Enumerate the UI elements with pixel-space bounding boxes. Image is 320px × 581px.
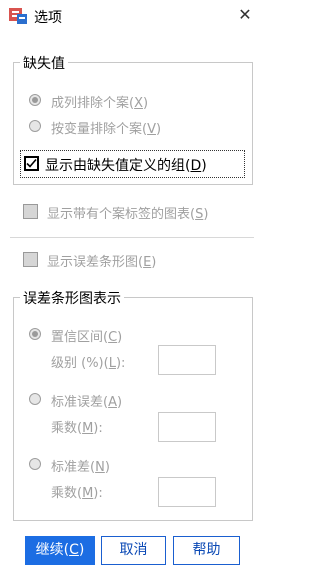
checkbox-error-bars-label: 显示误差条形图(: [47, 255, 144, 270]
continue-button-key: C: [69, 542, 79, 558]
ci-level-input[interactable]: [158, 345, 216, 375]
se-multiplier-label: 乘数(M):: [51, 417, 103, 436]
radio-standard-deviation[interactable]: 标准差(N): [29, 456, 229, 475]
checkbox-missing-groups-box[interactable]: [24, 156, 39, 171]
radio-sd-label: 标准差(: [51, 460, 96, 475]
checkbox-missing-groups-key: D: [190, 158, 202, 174]
radio-se-label-end: ): [116, 395, 123, 410]
radio-ci-key: C: [108, 330, 118, 345]
radio-ci-label: 置信区间(: [51, 330, 109, 345]
radio-sd-label-end: ): [104, 460, 110, 475]
checkmark-icon: [26, 158, 37, 168]
continue-button-label-end: ): [78, 542, 85, 558]
checkbox-error-bars[interactable]: 显示误差条形图(E): [23, 251, 253, 270]
checkbox-case-labels[interactable]: 显示带有个案标签的图表(S): [23, 203, 253, 222]
sd-multiplier-label-end: ):: [93, 486, 103, 501]
app-icon: [8, 6, 28, 26]
checkbox-case-labels-label: 显示带有个案标签的图表(: [47, 207, 196, 222]
radio-pairwise[interactable]: 按变量排除个案(V): [29, 118, 229, 137]
ci-level-label-end: ):: [115, 356, 126, 371]
radio-listwise-indicator[interactable]: [29, 94, 41, 106]
continue-button[interactable]: 继续(C): [25, 536, 95, 565]
radio-se-label: 标准误差(: [51, 395, 109, 410]
radio-listwise-label-end: ): [142, 96, 149, 111]
help-button[interactable]: 帮助: [173, 536, 240, 565]
checkbox-error-bars-label-end: ): [151, 255, 157, 270]
radio-pairwise-indicator[interactable]: [29, 120, 41, 132]
radio-sd-indicator[interactable]: [29, 458, 41, 470]
radio-sd-key: N: [95, 460, 105, 475]
radio-listwise-key: X: [134, 96, 143, 111]
ci-level-key: L: [108, 356, 116, 371]
sd-multiplier-input[interactable]: [158, 477, 216, 507]
radio-ci-indicator[interactable]: [29, 328, 41, 340]
se-multiplier-key: M: [82, 421, 94, 436]
radio-pairwise-label: 按变量排除个案(: [51, 122, 148, 137]
radio-standard-error[interactable]: 标准误差(A): [29, 391, 229, 410]
sd-multiplier-label: 乘数(M):: [51, 482, 103, 501]
se-multiplier-input[interactable]: [158, 412, 216, 442]
radio-listwise[interactable]: 成列排除个案(X): [29, 92, 229, 111]
radio-ci-label-end: ): [117, 330, 123, 345]
continue-button-label: 继续(: [35, 542, 70, 558]
radio-confidence-interval[interactable]: 置信区间(C): [29, 326, 229, 345]
radio-se-indicator[interactable]: [29, 393, 41, 405]
checkbox-missing-groups-label: 显示由缺失值定义的组(: [45, 158, 191, 174]
close-icon[interactable]: ✕: [234, 4, 256, 26]
checkbox-case-labels-label-end: ): [203, 207, 209, 222]
sd-multiplier-label-text: 乘数(: [51, 486, 83, 501]
error-bar-repr-legend: 误差条形图表示: [20, 288, 124, 308]
window-title: 选项: [34, 10, 62, 26]
radio-listwise-label: 成列排除个案(: [51, 96, 135, 111]
ci-level-label-text: 级别 (%)(: [51, 356, 109, 371]
radio-pairwise-label-end: ): [155, 122, 162, 137]
checkbox-missing-groups-label-end: ): [201, 158, 207, 174]
cancel-button[interactable]: 取消: [101, 536, 166, 565]
checkbox-error-bars-box[interactable]: [23, 252, 38, 267]
se-multiplier-label-text: 乘数(: [51, 421, 83, 436]
radio-se-key: A: [108, 395, 117, 410]
missing-values-legend: 缺失值: [20, 53, 68, 73]
separator: [10, 237, 254, 238]
sd-multiplier-key: M: [82, 486, 94, 501]
checkbox-case-labels-box[interactable]: [23, 204, 38, 219]
checkbox-missing-groups[interactable]: 显示由缺失值定义的组(D): [20, 150, 245, 178]
ci-level-label: 级别 (%)(L):: [51, 352, 125, 371]
radio-pairwise-key: V: [147, 122, 156, 137]
se-multiplier-label-end: ):: [93, 421, 103, 436]
